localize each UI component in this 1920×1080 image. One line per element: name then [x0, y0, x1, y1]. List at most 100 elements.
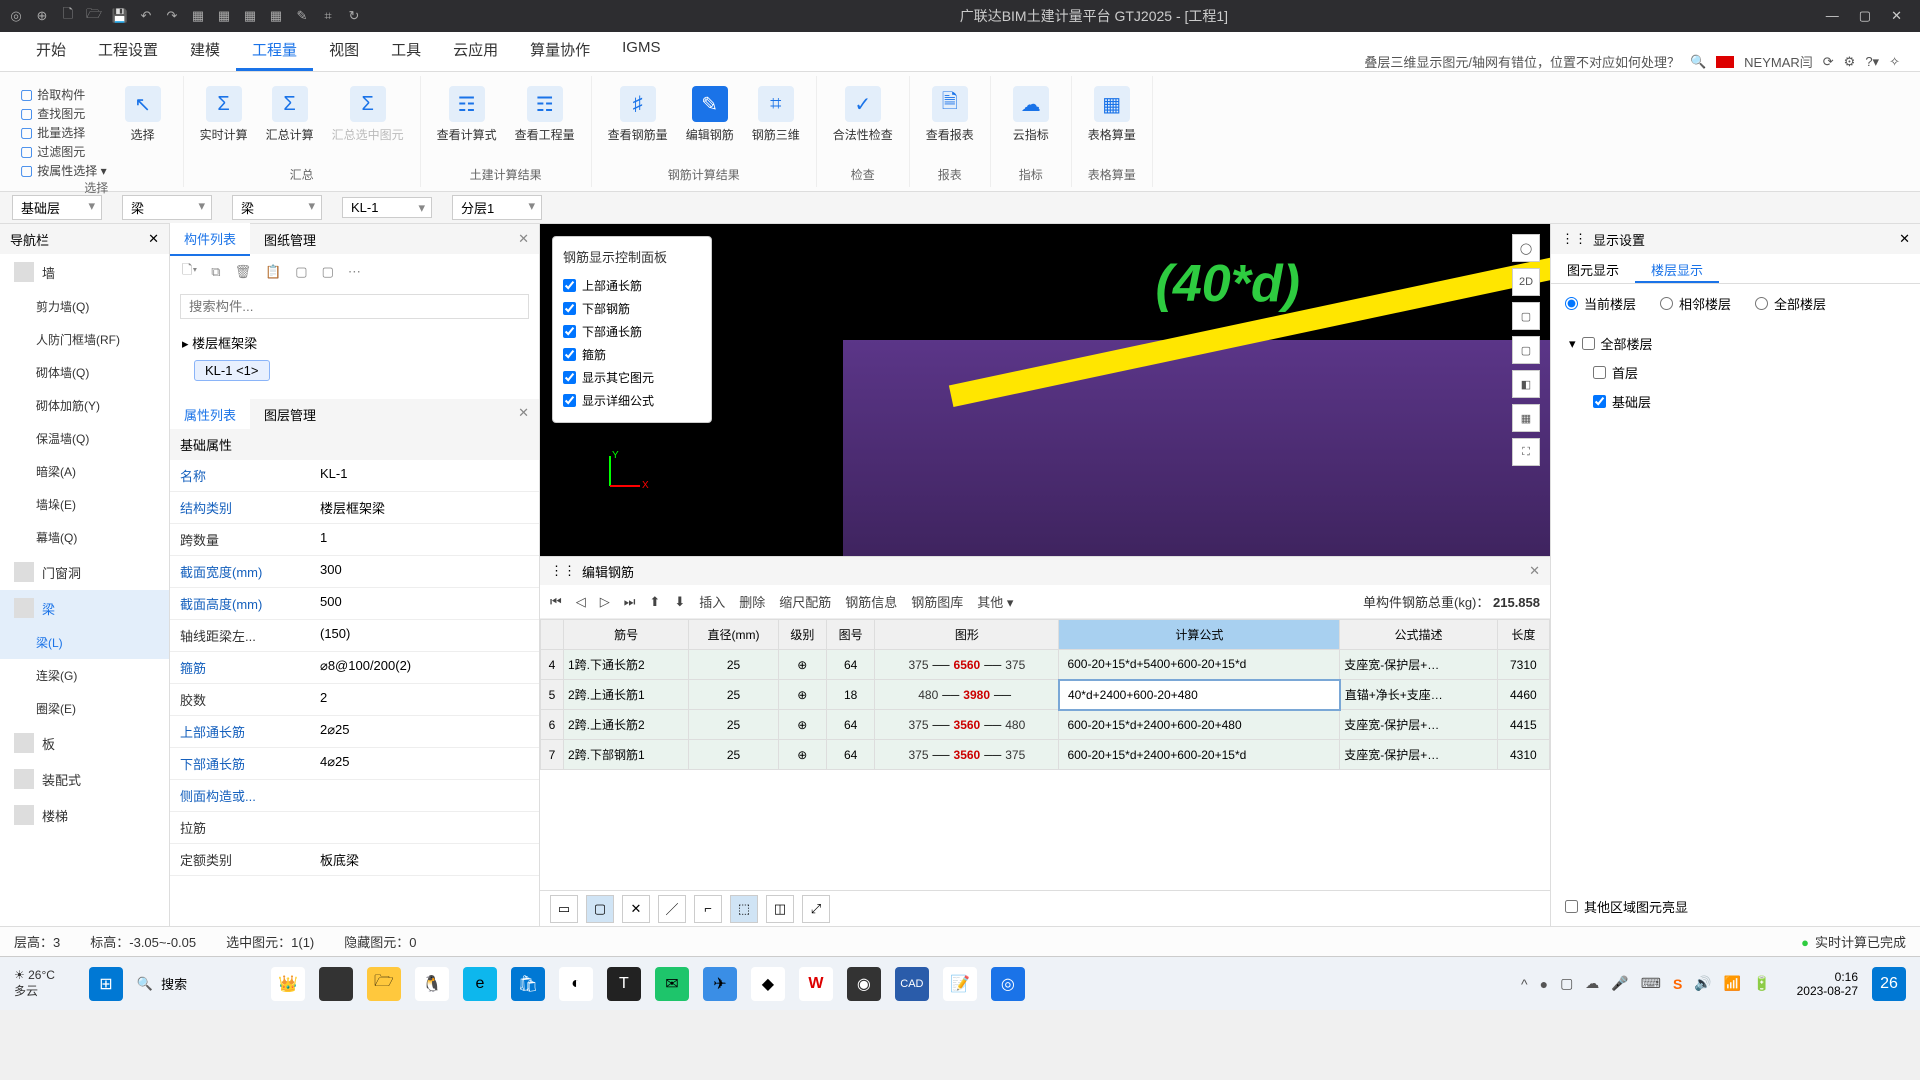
orbit-icon[interactable]: ◯: [1512, 234, 1540, 262]
ribbon-button[interactable]: ▦表格算量: [1082, 82, 1142, 147]
tool-icon[interactable]: ／: [658, 895, 686, 923]
rebar-tool[interactable]: 删除: [739, 592, 765, 611]
ribbon-small-btn[interactable]: 过滤图元: [20, 143, 107, 160]
nav-item[interactable]: 砌体加筋(Y): [0, 389, 169, 422]
nav-item[interactable]: 暗梁(A): [0, 455, 169, 488]
more-icon[interactable]: ⋯: [348, 264, 361, 280]
paste-icon[interactable]: 📋: [265, 264, 281, 280]
tree-child[interactable]: 首层: [1593, 358, 1902, 387]
rebar-tool[interactable]: ▷: [600, 594, 610, 610]
delete-icon[interactable]: 🗑: [235, 264, 252, 280]
menu-tab[interactable]: 视图: [313, 31, 375, 71]
qat-icon[interactable]: ▦: [190, 8, 206, 24]
prop-value[interactable]: 4⌀25: [310, 748, 539, 779]
clock[interactable]: 0:16 2023-08-27: [1797, 970, 1858, 998]
tool-icon[interactable]: ▭: [550, 895, 578, 923]
qat-icon[interactable]: 🗁: [86, 8, 102, 24]
table-header[interactable]: 图形: [875, 620, 1059, 650]
view-tool-icon[interactable]: ◧: [1512, 370, 1540, 398]
user-avatar[interactable]: [1716, 56, 1734, 68]
table-header[interactable]: 直径(mm): [689, 620, 778, 650]
taskbar-app[interactable]: CAD: [895, 967, 929, 1001]
nav-item[interactable]: 剪力墙(Q): [0, 290, 169, 323]
prop-value[interactable]: [310, 780, 539, 811]
close-icon[interactable]: ✕: [1891, 8, 1902, 24]
nav-item[interactable]: 墙: [0, 254, 169, 290]
system-tray[interactable]: ^●▢☁🎤⌨S🔊📶🔋: [1521, 975, 1771, 992]
table-header[interactable]: 计算公式: [1059, 620, 1340, 650]
table-row[interactable]: 41跨.下通长筋225⊕64375 ──6560── 375600-20+15*…: [541, 650, 1550, 680]
qat-icon[interactable]: 🗋: [60, 8, 76, 24]
nav-item[interactable]: 连梁(G): [0, 659, 169, 692]
search-icon[interactable]: 🔍: [1690, 54, 1706, 70]
view-2d-icon[interactable]: 2D: [1512, 268, 1540, 296]
nav-item[interactable]: 梁(L): [0, 626, 169, 659]
tool-icon[interactable]: ⌐: [694, 895, 722, 923]
qat-icon[interactable]: ⊕: [34, 8, 50, 24]
radio-all-floors[interactable]: 全部楼层: [1755, 294, 1826, 313]
nav-item[interactable]: 幕墙(Q): [0, 521, 169, 554]
qat-icon[interactable]: 💾: [112, 8, 128, 24]
taskbar-app[interactable]: 👑: [271, 967, 305, 1001]
menu-tab[interactable]: 云应用: [437, 31, 514, 71]
nav-item[interactable]: 人防门框墙(RF): [0, 323, 169, 356]
expand-icon[interactable]: ⤢: [802, 895, 830, 923]
tab-drawing-mgmt[interactable]: 图纸管理: [250, 224, 330, 255]
ribbon-button[interactable]: ✎编辑钢筋: [680, 82, 740, 147]
prop-section[interactable]: 基础属性: [170, 429, 539, 460]
ribbon-button[interactable]: ↖选择: [113, 82, 173, 147]
nav-item[interactable]: 圈梁(E): [0, 692, 169, 725]
menu-tab[interactable]: 建模: [174, 31, 236, 71]
help-icon[interactable]: ?▾: [1865, 54, 1879, 70]
rebar-tool[interactable]: 钢筋图库: [911, 592, 963, 611]
prop-value[interactable]: 500: [310, 588, 539, 619]
tool-icon[interactable]: ⬚: [730, 895, 758, 923]
ribbon-button[interactable]: 🗎查看报表: [920, 82, 980, 147]
qat-icon[interactable]: ◎: [8, 8, 24, 24]
qat-icon[interactable]: ✎: [294, 8, 310, 24]
grip-icon[interactable]: ⋮⋮: [550, 563, 576, 579]
menu-tab[interactable]: 算量协作: [514, 31, 606, 71]
ribbon-button[interactable]: ✓合法性检查: [827, 82, 899, 147]
highlight-checkbox[interactable]: 其他区域图元亮显: [1565, 897, 1906, 916]
ribbon-button[interactable]: ☶查看计算式: [431, 82, 503, 147]
new-icon[interactable]: 🗋▾: [182, 261, 197, 283]
close-icon[interactable]: ✕: [148, 231, 159, 247]
nav-item[interactable]: 板: [0, 725, 169, 761]
close-icon[interactable]: ✕: [508, 399, 539, 429]
table-header[interactable]: 长度: [1497, 620, 1549, 650]
pin-icon[interactable]: ✧: [1889, 54, 1900, 70]
tree-child[interactable]: 基础层: [1593, 387, 1902, 416]
menu-tab[interactable]: 工具: [375, 31, 437, 71]
context-dropdown[interactable]: KL-1: [342, 197, 432, 218]
taskbar-app[interactable]: 📝: [943, 967, 977, 1001]
start-icon[interactable]: ⊞: [89, 967, 123, 1001]
tab-component-list[interactable]: 构件列表: [170, 223, 250, 256]
weather-widget[interactable]: ☀ 26°C 多云: [14, 968, 55, 999]
taskbar-app[interactable]: e: [463, 967, 497, 1001]
table-header[interactable]: 筋号: [563, 620, 688, 650]
prop-value[interactable]: 2: [310, 684, 539, 715]
prop-value[interactable]: 300: [310, 556, 539, 587]
table-header[interactable]: 公式描述: [1340, 620, 1497, 650]
sync-icon[interactable]: ⟳: [1823, 54, 1834, 70]
taskbar-app[interactable]: ◉: [847, 967, 881, 1001]
rebar-tool[interactable]: ⏭: [624, 594, 636, 610]
tool-icon[interactable]: ◫: [766, 895, 794, 923]
axis-gizmo[interactable]: YX: [600, 446, 650, 496]
rebar-tool[interactable]: 其他 ▾: [977, 592, 1013, 611]
ribbon-button[interactable]: Σ实时计算: [194, 82, 254, 147]
help-question[interactable]: 叠层三维显示图元/轴网有错位，位置不对应如何处理？: [1364, 52, 1680, 71]
tab-element-display[interactable]: 图元显示: [1551, 254, 1635, 283]
qat-icon[interactable]: ↷: [164, 8, 180, 24]
prop-value[interactable]: 1: [310, 524, 539, 555]
ribbon-small-btn[interactable]: 批量选择: [20, 124, 107, 141]
rebar-tool[interactable]: ⬆: [649, 594, 660, 610]
rebar-tool[interactable]: 缩尺配筋: [779, 592, 831, 611]
ribbon-button[interactable]: Σ汇总计算: [260, 82, 320, 147]
taskbar-app[interactable]: ◆: [751, 967, 785, 1001]
nav-item[interactable]: 砌体墙(Q): [0, 356, 169, 389]
table-header[interactable]: 级别: [778, 620, 826, 650]
ribbon-button[interactable]: Σ汇总选中图元: [326, 82, 410, 147]
view-tool-icon[interactable]: ▢: [1512, 336, 1540, 364]
